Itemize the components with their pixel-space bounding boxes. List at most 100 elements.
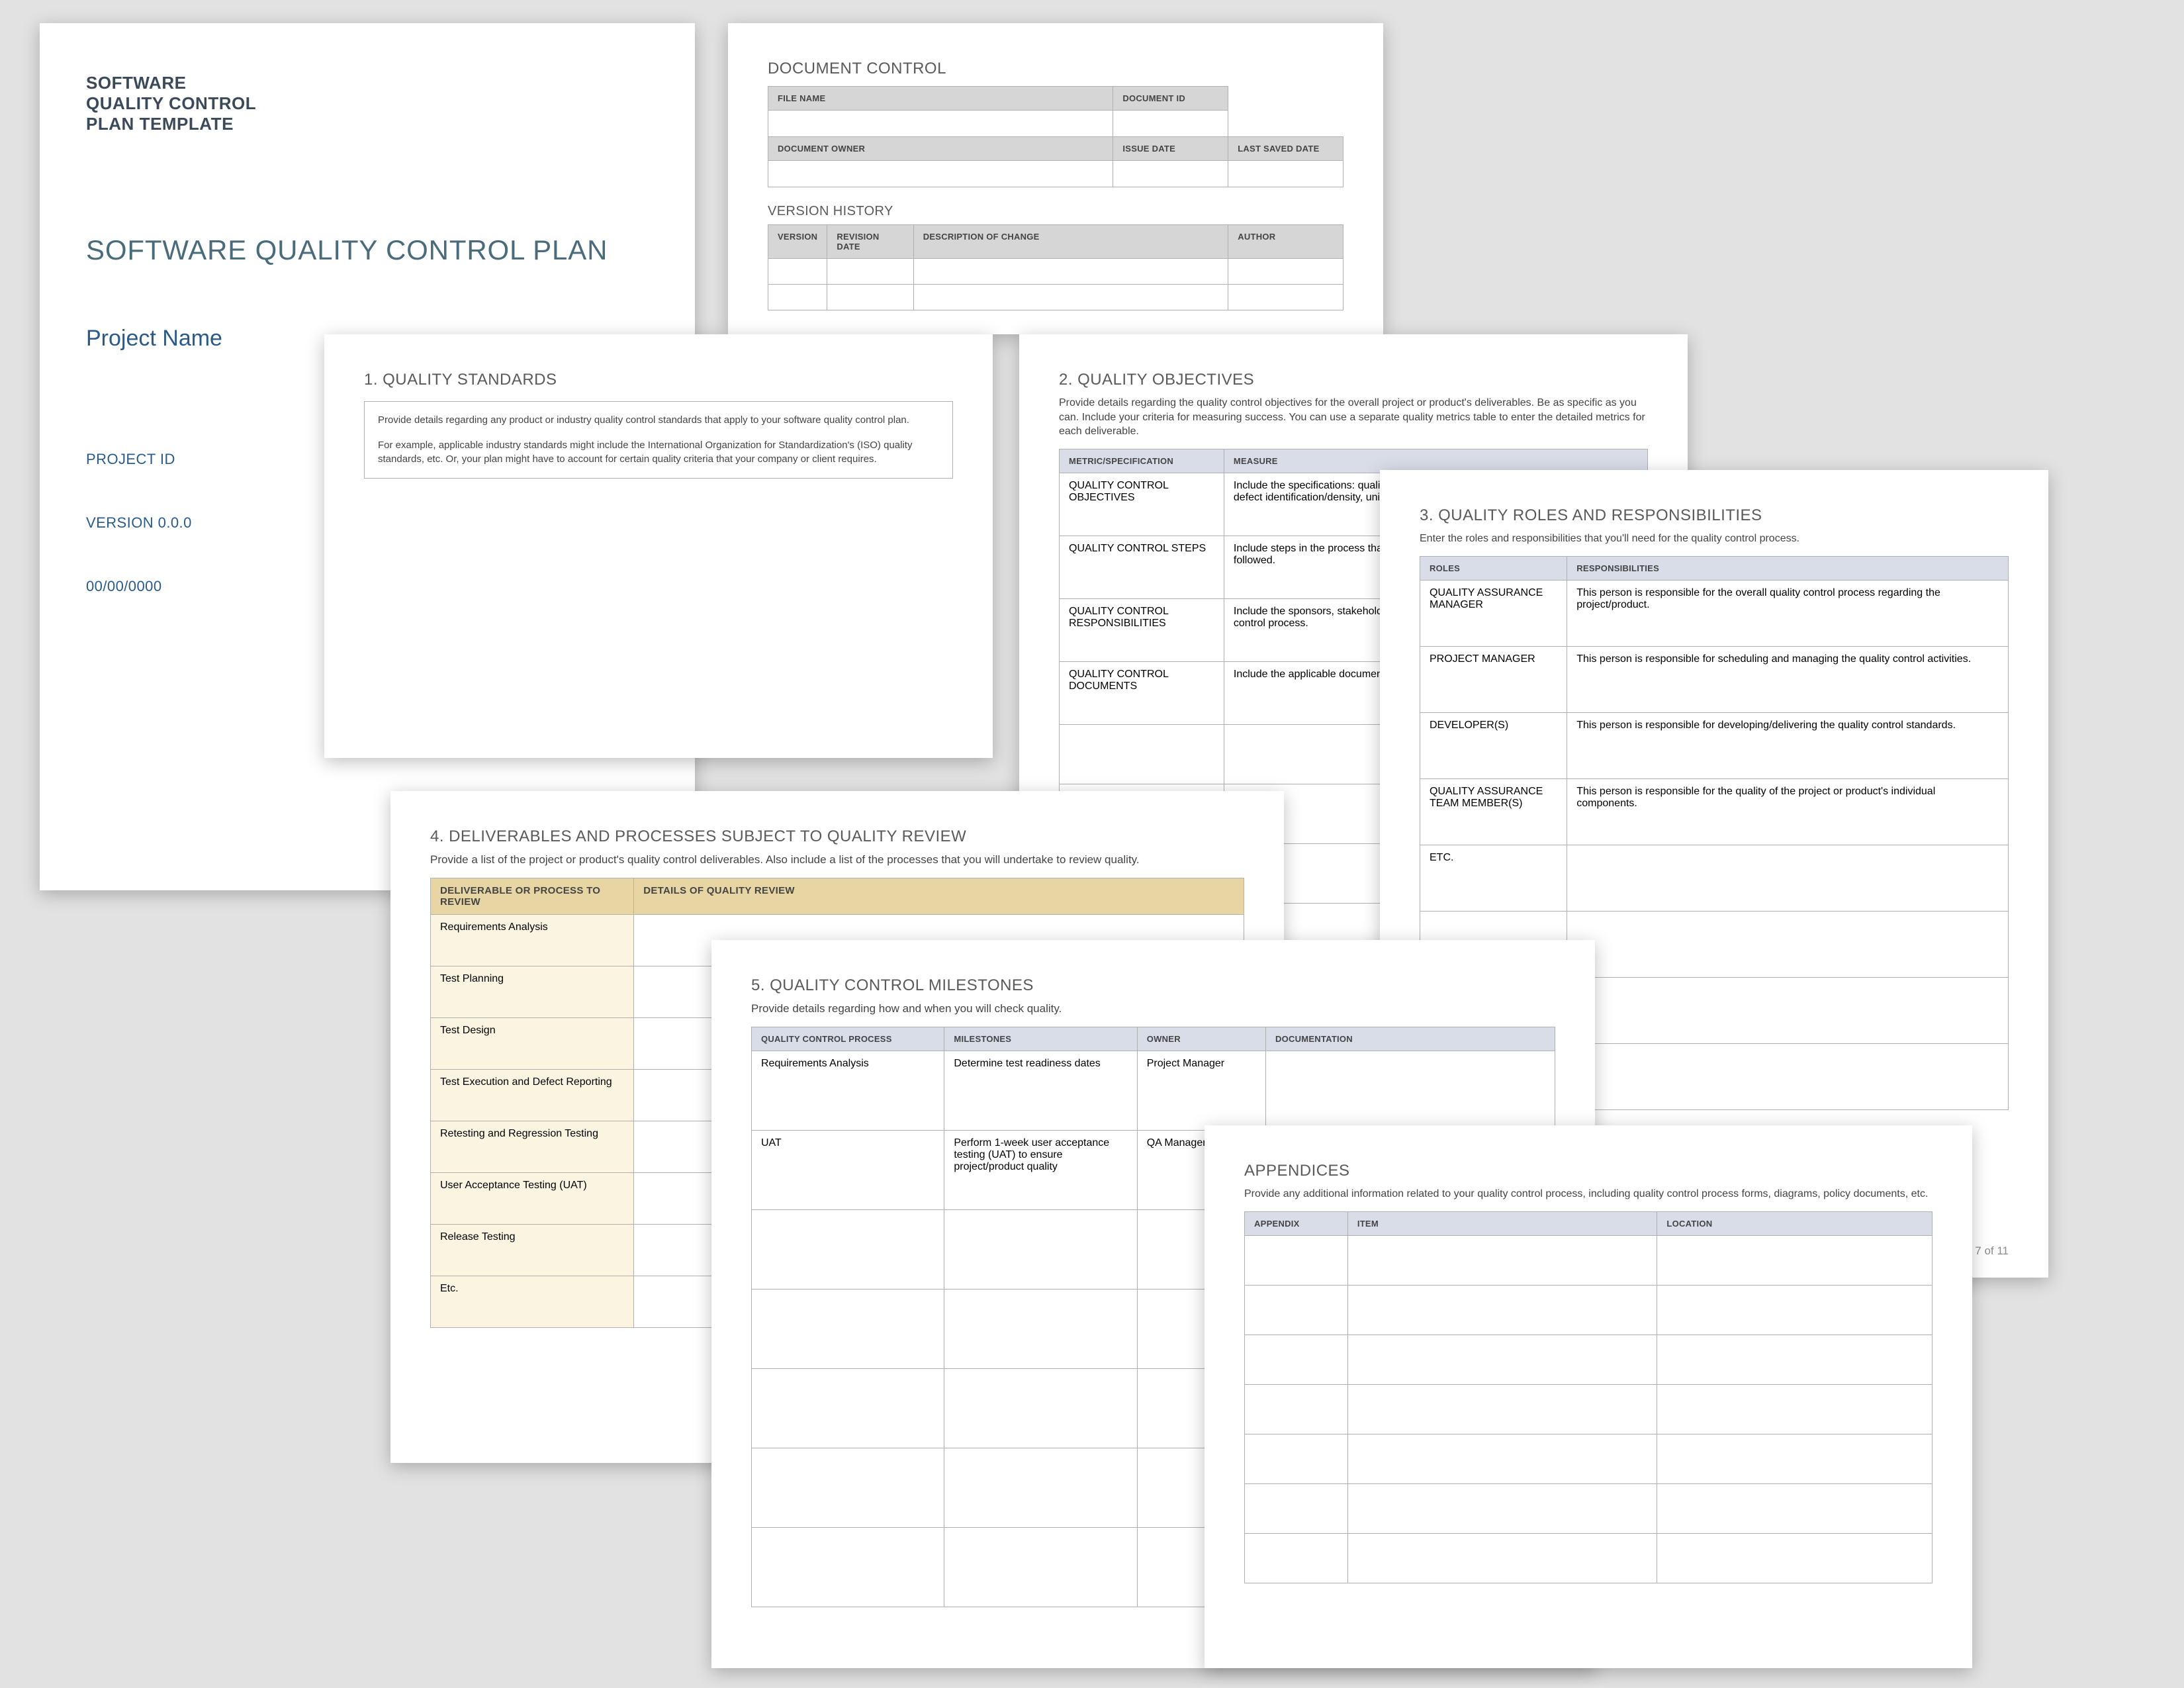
- table-cell: [1245, 1533, 1348, 1583]
- table-cell: [752, 1448, 944, 1527]
- sec2-intro: Provide details regarding the quality co…: [1059, 396, 1648, 439]
- table-cell: [1567, 1043, 2009, 1109]
- col-appendix: APPENDIX: [1245, 1211, 1348, 1235]
- table-cell: QUALITY CONTROL OBJECTIVES: [1060, 473, 1224, 536]
- col-issue-date: ISSUE DATE: [1113, 137, 1228, 161]
- table-cell: Perform 1-week user acceptance testing (…: [944, 1130, 1137, 1209]
- heading-document-control: DOCUMENT CONTROL: [768, 60, 1343, 78]
- table-document-control: FILE NAME DOCUMENT ID DOCUMENT OWNER ISS…: [768, 86, 1343, 187]
- table-cell: [752, 1527, 944, 1607]
- sec1-p1: Provide details regarding any product or…: [378, 414, 939, 427]
- page-appendices: APPENDICES Provide any additional inform…: [1205, 1125, 1972, 1668]
- table-cell: [1657, 1483, 1933, 1533]
- main-title: SOFTWARE QUALITY CONTROL PLAN: [86, 234, 649, 266]
- table-cell: Test Design: [431, 1017, 634, 1069]
- col-details: DETAILS OF QUALITY REVIEW: [634, 878, 1244, 914]
- table-cell: Retesting and Regression Testing: [431, 1121, 634, 1172]
- table-cell: [1657, 1384, 1933, 1434]
- table-cell: [1567, 845, 2009, 911]
- table-cell: [1245, 1434, 1348, 1483]
- table-cell: QUALITY CONTROL DOCUMENTS: [1060, 661, 1224, 724]
- table-version-history: VERSION REVISION DATE DESCRIPTION OF CHA…: [768, 224, 1343, 310]
- col-measure: MEASURE: [1224, 449, 1647, 473]
- table-cell: [1657, 1335, 1933, 1384]
- col-description: DESCRIPTION OF CHANGE: [913, 225, 1228, 259]
- heading-appendices: APPENDICES: [1244, 1162, 1933, 1180]
- table-cell: [1245, 1335, 1348, 1384]
- col-owner: OWNER: [1137, 1027, 1265, 1051]
- table-cell: QUALITY ASSURANCE MANAGER: [1420, 580, 1567, 646]
- table-cell: QUALITY CONTROL STEPS: [1060, 536, 1224, 598]
- sec3-intro: Enter the roles and responsibilities tha…: [1420, 532, 2009, 546]
- sec4-intro: Provide a list of the project or product…: [430, 853, 1244, 868]
- table-cell: Requirements Analysis: [431, 914, 634, 966]
- table-cell: Requirements Analysis: [752, 1051, 944, 1130]
- table-cell: This person is responsible for the overa…: [1567, 580, 2009, 646]
- col-revision-date: REVISION DATE: [827, 225, 913, 259]
- table-cell: QUALITY ASSURANCE TEAM MEMBER(S): [1420, 778, 1567, 845]
- table-cell: [1060, 724, 1224, 784]
- table-cell: [1347, 1384, 1657, 1434]
- table-cell: [1567, 977, 2009, 1043]
- col-roles: ROLES: [1420, 556, 1567, 580]
- table-cell: This person is responsible for developin…: [1567, 712, 2009, 778]
- col-location: LOCATION: [1657, 1211, 1933, 1235]
- col-milestones: MILESTONES: [944, 1027, 1137, 1051]
- table-cell: Project Manager: [1137, 1051, 1265, 1130]
- sec1-p2: For example, applicable industry standar…: [378, 439, 939, 466]
- table-cell: [944, 1368, 1137, 1448]
- col-version: VERSION: [768, 225, 827, 259]
- heading-sec1: 1. QUALITY STANDARDS: [364, 371, 953, 389]
- template-line-2: QUALITY CONTROL: [86, 93, 649, 114]
- table-cell: [944, 1448, 1137, 1527]
- table-cell: QUALITY CONTROL RESPONSIBILITIES: [1060, 598, 1224, 661]
- table-cell: [1347, 1533, 1657, 1583]
- table-cell: User Acceptance Testing (UAT): [431, 1172, 634, 1224]
- table-cell: [1245, 1483, 1348, 1533]
- table-cell: Etc.: [431, 1276, 634, 1327]
- table-cell: PROJECT MANAGER: [1420, 646, 1567, 712]
- table-cell: [1657, 1434, 1933, 1483]
- heading-sec2: 2. QUALITY OBJECTIVES: [1059, 371, 1648, 389]
- col-file-name: FILE NAME: [768, 87, 1113, 111]
- table-cell: [1347, 1285, 1657, 1335]
- col-last-saved: LAST SAVED DATE: [1228, 137, 1343, 161]
- col-process: QUALITY CONTROL PROCESS: [752, 1027, 944, 1051]
- table-cell: [1567, 911, 2009, 977]
- table-appendices: APPENDIX ITEM LOCATION: [1244, 1211, 1933, 1583]
- table-cell: UAT: [752, 1130, 944, 1209]
- col-item: ITEM: [1347, 1211, 1657, 1235]
- table-cell: [1657, 1235, 1933, 1285]
- table-cell: [944, 1289, 1137, 1368]
- col-metric: METRIC/SPECIFICATION: [1060, 449, 1224, 473]
- col-document-owner: DOCUMENT OWNER: [768, 137, 1113, 161]
- appendix-intro: Provide any additional information relat…: [1244, 1187, 1933, 1201]
- page-document-control: DOCUMENT CONTROL FILE NAME DOCUMENT ID D…: [728, 23, 1383, 334]
- template-line-1: SOFTWARE: [86, 73, 649, 93]
- table-cell: This person is responsible for the quali…: [1567, 778, 2009, 845]
- sec5-intro: Provide details regarding how and when y…: [751, 1002, 1555, 1017]
- table-cell: [752, 1209, 944, 1289]
- table-cell: Determine test readiness dates: [944, 1051, 1137, 1130]
- heading-sec5: 5. QUALITY CONTROL MILESTONES: [751, 976, 1555, 995]
- page-sec1-standards: 1. QUALITY STANDARDS Provide details reg…: [324, 334, 993, 758]
- col-responsibilities: RESPONSIBILITIES: [1567, 556, 2009, 580]
- table-cell: Test Planning: [431, 966, 634, 1017]
- heading-sec4: 4. DELIVERABLES AND PROCESSES SUBJECT TO…: [430, 827, 1244, 846]
- table-cell: [944, 1527, 1137, 1607]
- table-cell: [1347, 1335, 1657, 1384]
- table-cell: [1657, 1533, 1933, 1583]
- table-cell: [1657, 1285, 1933, 1335]
- table-cell: [752, 1368, 944, 1448]
- table-cell: [1347, 1434, 1657, 1483]
- table-cell: This person is responsible for schedulin…: [1567, 646, 2009, 712]
- table-cell: [1347, 1235, 1657, 1285]
- heading-sec3: 3. QUALITY ROLES AND RESPONSIBILITIES: [1420, 506, 2009, 525]
- col-deliverable: DELIVERABLE OR PROCESS TO REVIEW: [431, 878, 634, 914]
- table-cell: [1245, 1285, 1348, 1335]
- table-cell: DEVELOPER(S): [1420, 712, 1567, 778]
- col-author: AUTHOR: [1228, 225, 1343, 259]
- heading-version-history: VERSION HISTORY: [768, 204, 1343, 219]
- col-documentation: DOCUMENTATION: [1265, 1027, 1555, 1051]
- table-cell: [1245, 1384, 1348, 1434]
